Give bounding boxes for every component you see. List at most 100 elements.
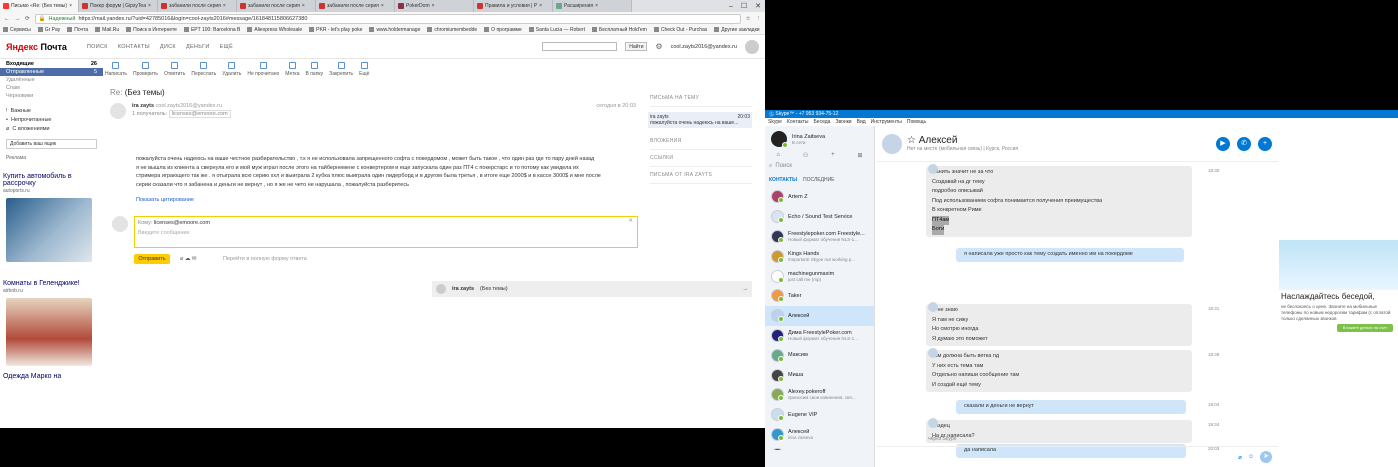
ad2-image[interactable] [6,298,92,366]
bookmark-8[interactable]: www.holdermanage [369,27,420,33]
toolbar-button-3[interactable]: Переслать [191,62,216,82]
contacts-icon[interactable]: ⚇ [803,152,808,159]
video-call-icon[interactable]: ▶ [1216,136,1230,151]
nav-2[interactable]: ДИСК [160,44,176,50]
bookmark-1[interactable]: Gr Pay [37,27,60,33]
find-button[interactable]: Найти [625,42,648,51]
links-heading[interactable]: ССЫЛКИ [650,155,752,167]
ad1-image[interactable] [6,198,92,262]
gear-icon[interactable]: ⚙ [655,42,662,51]
contact-search-input[interactable]: ⌕ Поиск [769,161,870,171]
add-mailbox-button[interactable]: Добавить ваш ящик [6,139,97,149]
toolbar-button-1[interactable]: Проверить [133,62,158,82]
back-icon[interactable]: ← [4,16,10,22]
contact-item[interactable]: Taker [765,286,874,306]
bookmark-2[interactable]: Почта [67,27,88,33]
toolbar-button-4[interactable]: Удалить [222,62,241,82]
tab-close-icon[interactable]: × [432,3,435,9]
attachments-heading[interactable]: ВЛОЖЕНИЯ [650,138,752,150]
close-icon[interactable]: ✕ [628,218,633,224]
home-icon[interactable]: ⌂ [776,152,780,159]
star-icon[interactable]: ☆ [746,16,751,22]
thread-item[interactable]: ira zayts (Без темы) → [432,281,752,297]
sender-name[interactable]: ira zayts [132,103,154,109]
attach-icon[interactable]: ⌀ ☁ ✉ [180,256,196,262]
nav-1[interactable]: КОНТАКТЫ [118,44,150,50]
add-people-icon[interactable]: + [1258,136,1272,151]
url-input[interactable]: 🔒 Надежный https://mail.yandex.ru/?uid=4… [34,13,741,24]
ad3-title[interactable]: Одежда Марко на [3,373,100,380]
tab-close-icon[interactable]: × [148,3,151,9]
folder-item[interactable]: Удалённые [0,76,103,84]
skype-ad-button[interactable]: Вложите деньги на счет [1337,324,1393,332]
bookmark-12[interactable]: Бесплатный Hold'em [591,27,647,33]
tab-5[interactable]: PokerDom × [395,0,474,12]
skype-menu-item[interactable]: Skype [768,119,782,125]
tab-3[interactable]: забанили после серия × [237,0,316,12]
minimize-icon[interactable]: – [729,3,733,10]
contact-item[interactable]: Алексей [765,305,874,326]
quick-reply-box[interactable]: Кому: licenses@emoore.com Введите сообще… [134,216,638,248]
paperclip-icon[interactable]: ⌀ [1238,454,1242,461]
label-item[interactable]: • Непрочитанные [0,115,103,124]
contact-item[interactable]: Алексей Покерофф [765,444,874,450]
contact-item[interactable]: Миша [765,365,874,385]
contact-item[interactable]: Максим [765,345,874,365]
label-item[interactable]: ! Важные [0,106,103,115]
tab-6[interactable]: Правила и условия | P × [474,0,553,12]
ad2-url[interactable]: airbnb.ru [3,288,100,294]
tab-contacts[interactable]: КОНТАКТЫ [769,177,797,183]
my-profile[interactable]: Irina Zaitseva В сети [765,126,874,152]
call-icon[interactable]: ✆ [1237,136,1251,151]
tab-recent[interactable]: ПОСЛЕДНИЕ [803,177,834,183]
toolbar-button-2[interactable]: Ответить [164,62,185,82]
skype-menu-item[interactable]: Инструменты [871,119,902,125]
contact-item[interactable]: Alexey.pokeroff приносим свои извинения, … [765,385,874,405]
folder-item[interactable]: Входящие 26 [0,60,103,68]
tab-close-icon[interactable]: × [302,3,305,9]
contact-item[interactable]: Алексей irina zaiseva [765,425,874,445]
send-button[interactable]: Отправить [134,254,170,264]
bookmark-9[interactable]: chromiumembedde [427,27,477,33]
skype-menu-item[interactable]: Помощь [907,119,926,125]
dialpad-icon[interactable]: ⊞ [858,152,863,159]
contact-item[interactable]: Echo / Sound Test Service [765,207,874,227]
tab-close-icon[interactable]: × [595,3,598,9]
close-icon[interactable]: ✕ [755,2,761,10]
toolbar-button-9[interactable]: Ещё [359,62,369,82]
bookmark-0[interactable]: Сервисы [3,27,31,33]
contact-item[interactable]: Дима FreestylePoker.com Новый формат обуч… [765,326,874,346]
skype-ad-image[interactable] [1279,240,1398,290]
bookmark-13[interactable]: Check Out - Purchas [653,27,707,33]
forward-icon[interactable]: → [15,16,21,22]
skype-menu-item[interactable]: Вид [857,119,866,125]
contact-item[interactable]: Freestylepoker.com Freestyle... Новый фор… [765,227,874,247]
reload-icon[interactable]: ⟳ [25,16,30,22]
recipient-chip[interactable]: licenses@emoore.com [168,110,231,118]
tab-close-icon[interactable]: × [539,3,542,9]
bookmark-7[interactable]: PKR - let's play poke [309,27,362,33]
ad1-title[interactable]: Купить автомобиль в рассрочку [3,173,100,187]
menu-icon[interactable]: ⋮ [756,16,762,22]
thread-letter-item[interactable]: ira zayts 20:03 пожалуйста очень надеюсь … [648,112,752,128]
send-icon[interactable]: ➤ [1260,451,1272,463]
toolbar-button-7[interactable]: В папку [306,62,323,82]
tab-4[interactable]: забанили после серия × [316,0,395,12]
folder-item[interactable]: Спам [0,84,103,92]
arrow-right-icon[interactable]: → [743,286,749,292]
mail-search-input[interactable] [542,42,618,51]
reply-input[interactable]: Введите сообщение [138,230,634,236]
toolbar-button-5[interactable]: Не прочитано [247,62,279,82]
message-input-bar[interactable]: ⌀ ☺ ➤ [876,446,1278,467]
to-value[interactable]: licenses@emoore.com [154,220,210,226]
tab-close-icon[interactable]: × [381,3,384,9]
yandex-mail-logo[interactable]: Яндекс Почта [6,42,67,52]
bookmark-4[interactable]: Поиск в Интернете [126,27,177,33]
toolbar-button-8[interactable]: Закрепить [329,62,353,82]
bookmark-14[interactable]: Другие закладки [714,27,760,33]
ad1-url[interactable]: autoports.ru [3,188,100,194]
nav-3[interactable]: ДЕНЬГИ [186,44,210,50]
toolbar-button-6[interactable]: Метка [285,62,300,82]
label-item[interactable]: ⌀ С вложениями [0,124,103,133]
folder-item[interactable]: Черновики [0,92,103,100]
